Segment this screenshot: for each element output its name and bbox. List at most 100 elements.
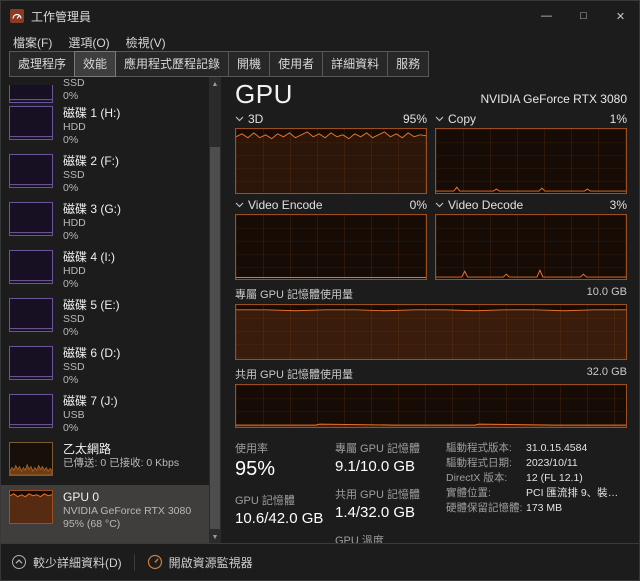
sidebar-item-line1: SSD (63, 313, 120, 326)
utilization-label: 使用率 (235, 440, 335, 456)
dedicated-memory-max: 10.0 GB (587, 286, 627, 302)
disk-mini-chart (9, 154, 53, 188)
ethernet-mini-chart (9, 442, 53, 476)
sidebar-item-line2: 0% (63, 278, 115, 291)
sidebar-item-line2: 0% (63, 182, 119, 195)
gpu-3d-chart[interactable] (235, 128, 427, 194)
shared-memory-chart[interactable] (235, 384, 627, 428)
footer-bar: 較少詳細資料(D) 開啟資源監視器 (1, 543, 639, 580)
video-decode-chart[interactable] (435, 214, 627, 280)
driver-date-value: 2023/10/11 (526, 456, 578, 471)
collapse-circle-icon (11, 554, 27, 570)
sidebar-item-line1: SSD (63, 77, 85, 90)
sidebar-item-title: 磁碟 7 (J:) (63, 394, 118, 409)
video-encode-chart[interactable] (235, 214, 427, 280)
tab-processes[interactable]: 處理程序 (9, 51, 75, 77)
close-icon[interactable]: ✕ (602, 1, 639, 31)
sidebar-item-title: GPU 0 (63, 490, 191, 505)
tab-users[interactable]: 使用者 (269, 51, 323, 77)
chevron-down-icon (435, 116, 444, 122)
dedicated-memory-chart[interactable] (235, 304, 627, 360)
sidebar-item-title: 磁碟 6 (D:) (63, 346, 120, 361)
minimize-icon[interactable]: — (528, 1, 565, 31)
chart-value-3d: 95% (403, 112, 427, 126)
sidebar-item-disk-4[interactable]: 磁碟 4 (I:) HDD 0% (1, 247, 209, 295)
sidebar-item-disk-6[interactable]: 磁碟 6 (D:) SSD 0% (1, 343, 209, 391)
sidebar-item-gpu0[interactable]: GPU 0 NVIDIA GeForce RTX 3080 95% (68 °C… (1, 485, 209, 543)
gpu-copy-chart[interactable] (435, 128, 627, 194)
gpu-panel: GPU NVIDIA GeForce RTX 3080 3D 95% Copy … (221, 77, 639, 544)
menu-options[interactable]: 選項(O) (60, 32, 117, 53)
disk-mini-chart (9, 202, 53, 236)
menu-file[interactable]: 檔案(F) (5, 32, 60, 53)
maximize-icon[interactable]: □ (565, 1, 602, 31)
hw-reserved-memory-value: 173 MB (526, 501, 562, 516)
physical-location-label: 實體位置: (446, 486, 526, 501)
shared-memory-label: 共用 GPU 記憶體使用量 (235, 366, 353, 382)
less-details-button[interactable]: 較少詳細資料(D) (11, 554, 134, 571)
sidebar-item-line1: HDD (63, 121, 120, 134)
sidebar-item-disk-0[interactable]: SSD 0% (1, 77, 209, 103)
dedicated-memory-stat-value: 9.1/10.0 GB (335, 458, 446, 475)
chart-row-2 (235, 214, 627, 280)
chart-value-copy: 1% (610, 112, 627, 126)
task-manager-app-icon (10, 9, 24, 23)
sidebar-item-title: 磁碟 3 (G:) (63, 202, 121, 217)
sidebar-item-disk-2[interactable]: 磁碟 2 (F:) SSD 0% (1, 151, 209, 199)
sidebar-item-disk-1[interactable]: 磁碟 1 (H:) HDD 0% (1, 103, 209, 151)
encode-utilization-graph (236, 215, 426, 279)
scroll-up-icon[interactable]: ▲ (209, 77, 221, 91)
chart-labels-row-1: 3D 95% Copy 1% (235, 112, 627, 126)
tab-details[interactable]: 詳細資料 (322, 51, 388, 77)
sidebar-item-line1: HDD (63, 265, 115, 278)
chart-label-3d: 3D (248, 112, 263, 126)
sidebar-item-line1: HDD (63, 217, 121, 230)
disk-mini-chart (9, 394, 53, 428)
resource-monitor-label: 開啟資源監視器 (169, 554, 253, 571)
sidebar-item-line1: 已傳送: 0 已接收: 0 Kbps (63, 457, 179, 470)
chart-label-copy: Copy (448, 112, 476, 126)
tab-services[interactable]: 服務 (387, 51, 429, 77)
sidebar-item-line2: 0% (63, 90, 85, 103)
shared-memory-stat-label: 共用 GPU 記憶體 (335, 486, 446, 502)
scroll-down-icon[interactable]: ▼ (209, 530, 221, 544)
task-manager-window: 工作管理員 — □ ✕ 檔案(F) 選項(O) 檢視(V) 處理程序 效能 應用… (0, 0, 640, 581)
sidebar-item-line2: 0% (63, 326, 120, 339)
disk-mini-chart (9, 346, 53, 380)
menubar: 檔案(F) 選項(O) 檢視(V) (1, 31, 639, 53)
disk-mini-chart (9, 106, 53, 140)
open-resource-monitor-link[interactable]: 開啟資源監視器 (134, 554, 253, 571)
chevron-down-icon (235, 202, 244, 208)
sidebar-item-disk-5[interactable]: 磁碟 5 (E:) SSD 0% (1, 295, 209, 343)
sidebar-item-line2: 0% (63, 374, 120, 387)
chevron-down-icon (435, 202, 444, 208)
dedicated-memory-graph (236, 305, 626, 359)
chart-label-encode: Video Encode (248, 198, 323, 212)
titlebar[interactable]: 工作管理員 — □ ✕ (1, 1, 639, 31)
sidebar-item-disk-3[interactable]: 磁碟 3 (G:) HDD 0% (1, 199, 209, 247)
chart-value-encode: 0% (410, 198, 427, 212)
menu-view[interactable]: 檢視(V) (118, 32, 174, 53)
shared-memory-graph (236, 385, 626, 427)
tab-app-history[interactable]: 應用程式歷程記錄 (115, 51, 229, 77)
tab-performance[interactable]: 效能 (74, 51, 116, 77)
sidebar-scrollbar[interactable]: ▲ ▼ (209, 77, 221, 544)
less-details-label: 較少詳細資料(D) (33, 554, 122, 571)
sidebar-item-line1: SSD (63, 361, 120, 374)
chart-labels-row-2: Video Encode 0% Video Decode 3% (235, 198, 627, 212)
sidebar-item-line1: USB (63, 409, 118, 422)
sidebar-item-title: 磁碟 1 (H:) (63, 106, 120, 121)
tab-startup[interactable]: 開機 (228, 51, 270, 77)
driver-version-value: 31.0.15.4584 (526, 441, 587, 456)
gpu-memory-label: GPU 記憶體 (235, 492, 335, 508)
dedicated-memory-label-row: 專屬 GPU 記憶體使用量 10.0 GB (235, 286, 627, 302)
sidebar-item-line2: 95% (68 °C) (63, 518, 191, 531)
sidebar-item-line1: NVIDIA GeForce RTX 3080 (63, 505, 191, 518)
physical-location-value: PCI 匯流排 9、裝置 0、函... (526, 486, 627, 501)
scrollbar-thumb[interactable] (210, 147, 220, 529)
window-title: 工作管理員 (31, 8, 91, 25)
sidebar-item-ethernet[interactable]: 乙太網路 已傳送: 0 已接收: 0 Kbps (1, 439, 209, 485)
sidebar-item-disk-7[interactable]: 磁碟 7 (J:) USB 0% (1, 391, 209, 439)
directx-version-label: DirectX 版本: (446, 471, 526, 486)
window-controls: — □ ✕ (528, 1, 639, 31)
